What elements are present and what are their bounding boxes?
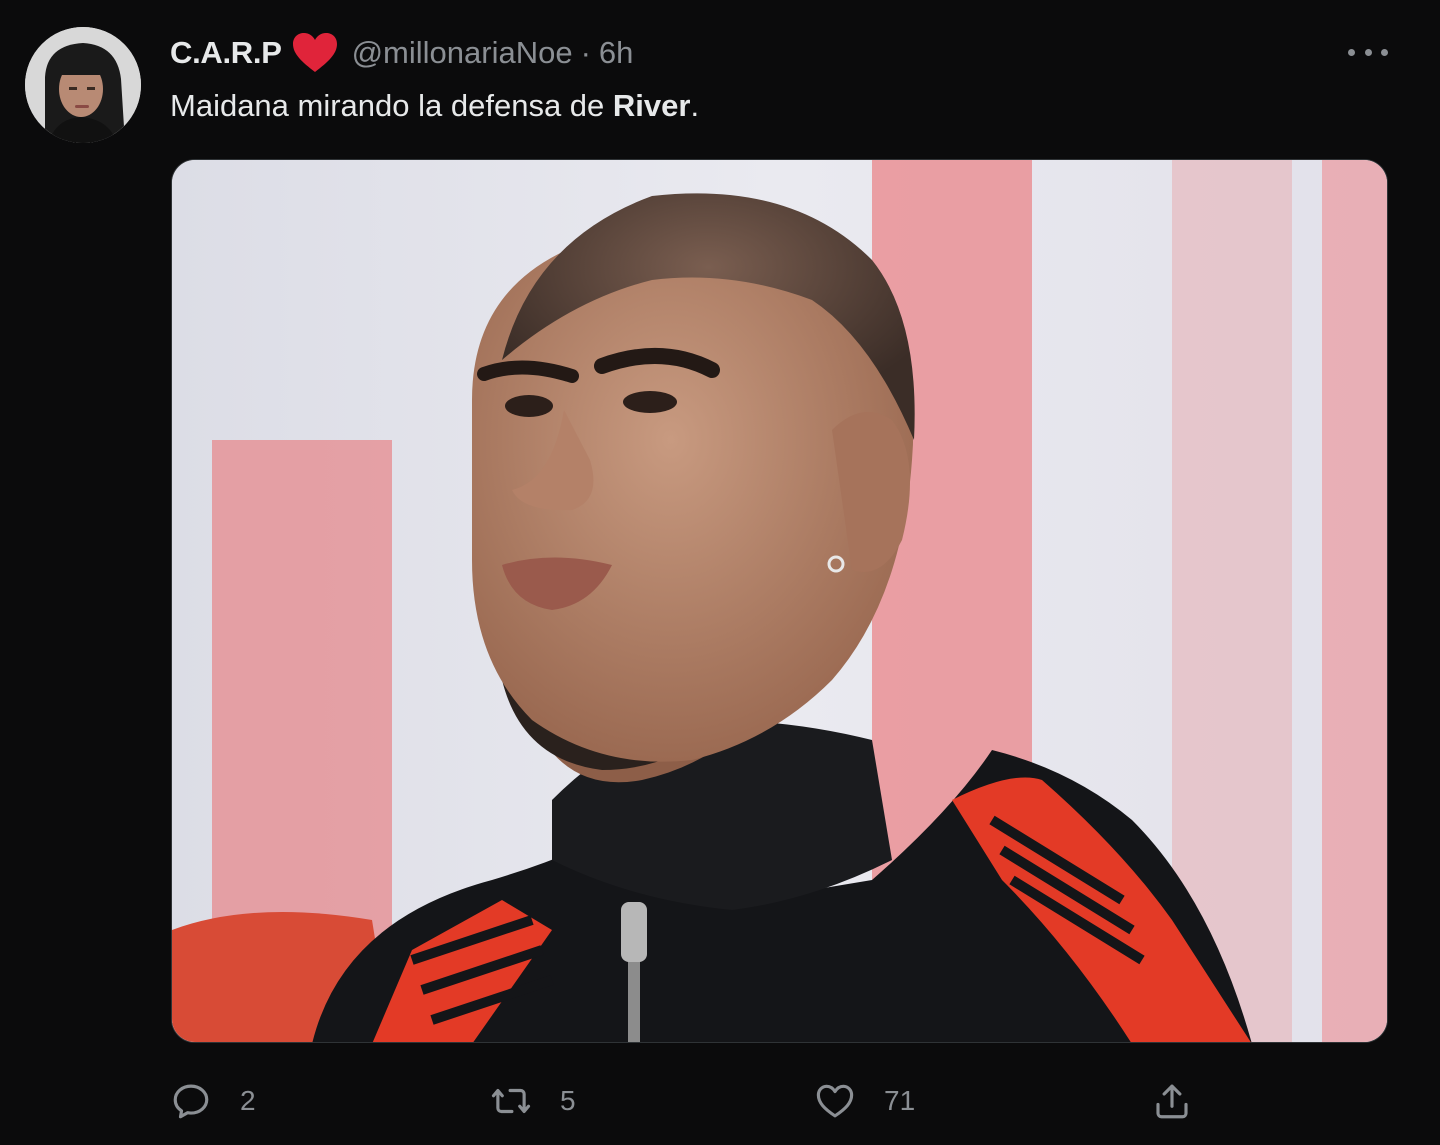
dot bbox=[1364, 48, 1372, 56]
more-options-icon[interactable] bbox=[1346, 36, 1390, 68]
action-bar: 2 5 71 bbox=[170, 1076, 1400, 1126]
dot bbox=[1348, 48, 1355, 56]
tweet-text: Maidana mirando la defensa de River. bbox=[170, 84, 699, 128]
retweet-button[interactable]: 5 bbox=[490, 1076, 576, 1126]
dot bbox=[1381, 48, 1388, 56]
retweet-count: 5 bbox=[560, 1085, 576, 1116]
tweet-header: C.A.R.P @millonariaNoe · 6h bbox=[170, 30, 633, 76]
separator: · bbox=[580, 35, 591, 70]
like-icon bbox=[816, 1084, 854, 1118]
tweet-text-end: . bbox=[690, 88, 700, 123]
like-button[interactable]: 71 bbox=[814, 1076, 915, 1126]
tweet-text-part: Maidana mirando la defensa de bbox=[170, 88, 613, 123]
timestamp[interactable]: 6h bbox=[599, 35, 633, 71]
reply-button[interactable]: 2 bbox=[170, 1076, 256, 1126]
share-button[interactable] bbox=[1151, 1076, 1193, 1126]
retweet-icon bbox=[491, 1088, 531, 1114]
tweet[interactable]: C.A.R.P @millonariaNoe · 6h Maidana mira… bbox=[0, 0, 1440, 1145]
tweet-text-bold[interactable]: River bbox=[613, 88, 691, 123]
share-icon bbox=[1156, 1084, 1188, 1119]
like-count: 71 bbox=[884, 1085, 916, 1116]
reply-icon bbox=[173, 1084, 209, 1119]
handle[interactable]: @millonariaNoe bbox=[352, 35, 573, 71]
heart-icon bbox=[292, 32, 338, 74]
reply-count: 2 bbox=[240, 1085, 256, 1116]
display-name[interactable]: C.A.R.P bbox=[170, 35, 282, 71]
avatar[interactable] bbox=[25, 27, 141, 143]
tweet-photo[interactable] bbox=[171, 159, 1388, 1043]
